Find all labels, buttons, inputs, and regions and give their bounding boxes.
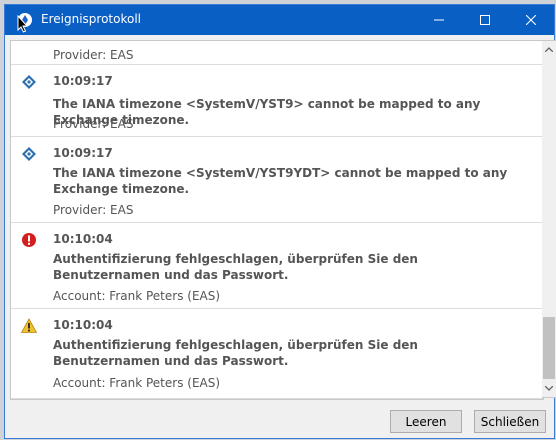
entry-time: 10:09:17	[53, 146, 113, 160]
mouse-pointer-icon	[17, 15, 29, 33]
info-icon	[22, 147, 36, 161]
list-item[interactable]: 10:09:17 The IANA timezone <SystemV/YST9…	[11, 137, 543, 223]
close-icon	[526, 15, 536, 25]
close-window-button[interactable]	[508, 5, 554, 35]
scroll-up-button[interactable]	[542, 41, 556, 58]
chevron-down-icon	[545, 386, 553, 391]
info-icon	[22, 75, 36, 89]
entry-provider: Provider: EAS	[53, 117, 134, 131]
warning-icon	[21, 318, 37, 333]
entry-message: Authentifizierung fehlgeschlagen, überpr…	[53, 338, 418, 368]
window-title: Ereignisprotokoll	[41, 12, 141, 26]
list-item[interactable]: 10:09:17 The IANA timezone <SystemV/YST9…	[11, 65, 543, 137]
entry-message: Authentifizierung fehlgeschlagen, überpr…	[53, 252, 418, 282]
event-list[interactable]: Provider: EAS 10:09:17 The IANA timezone…	[10, 40, 544, 400]
entry-account: Account: Frank Peters (EAS)	[53, 376, 221, 390]
vertical-scrollbar[interactable]	[542, 40, 556, 398]
chevron-up-icon	[545, 47, 553, 52]
title-bar[interactable]: Ereignisprotokoll	[5, 5, 554, 35]
error-icon	[22, 233, 36, 247]
entry-time: 10:09:17	[53, 74, 113, 88]
entry-account: Account: Frank Peters (EAS)	[53, 289, 221, 303]
scroll-thumb[interactable]	[543, 317, 555, 379]
entry-provider: Provider: EAS	[53, 48, 134, 62]
minimize-icon	[434, 19, 444, 21]
list-item[interactable]: Provider: EAS	[11, 41, 543, 65]
maximize-icon	[480, 15, 490, 25]
clear-button[interactable]: Leeren	[390, 410, 462, 433]
list-item[interactable]: 10:10:04 Authentifizierung fehlgeschlage…	[11, 223, 543, 309]
entry-time: 10:10:04	[53, 318, 113, 332]
entry-provider: Provider: EAS	[53, 203, 134, 217]
maximize-button[interactable]	[462, 5, 508, 35]
list-item[interactable]: 10:10:04 Authentifizierung fehlgeschlage…	[11, 309, 543, 399]
minimize-button[interactable]	[416, 5, 462, 35]
event-log-window: Ereignisprotokoll Provider: EAS 10:09:17…	[4, 4, 556, 439]
entry-message: The IANA timezone <SystemV/YST9YDT> cann…	[53, 166, 508, 196]
close-button[interactable]: Schließen	[474, 410, 546, 433]
entry-time: 10:10:04	[53, 232, 113, 246]
scroll-down-button[interactable]	[542, 380, 556, 397]
